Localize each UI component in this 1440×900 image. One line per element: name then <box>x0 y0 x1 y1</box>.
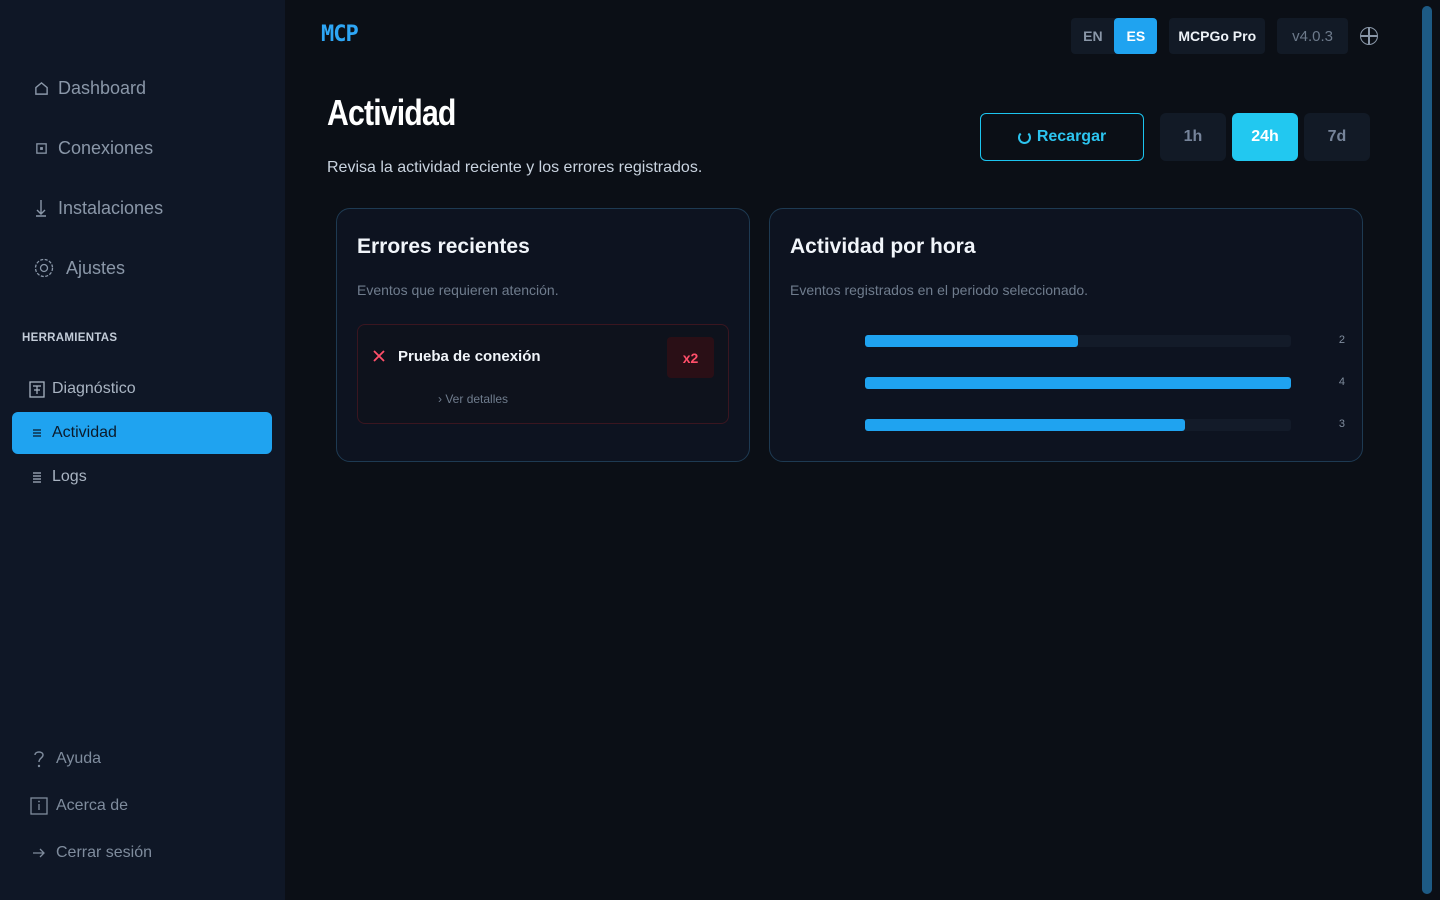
page-title: Actividad <box>327 92 456 133</box>
plan-badge: MCPGo Pro <box>1169 18 1266 54</box>
bar-track <box>865 335 1291 347</box>
plug-icon <box>32 142 50 155</box>
bar-track <box>865 377 1291 389</box>
language-es-button[interactable]: ES <box>1114 18 1158 54</box>
diagnostic-icon <box>28 380 46 398</box>
reload-button[interactable]: Recargar <box>980 113 1144 161</box>
scrollbar-thumb[interactable] <box>1422 6 1432 894</box>
scrollbar[interactable] <box>1422 6 1432 894</box>
activity-icon <box>28 429 46 437</box>
brand-logo: MCP <box>321 22 359 47</box>
version-badge: v4.0.3 <box>1277 18 1348 54</box>
sidebar-item-label: Instalaciones <box>58 197 164 218</box>
sidebar-item-label: Dashboard <box>58 77 147 98</box>
bar-value: 3 <box>1338 418 1345 430</box>
sidebar-item-label: Diagnóstico <box>52 380 136 397</box>
bar-fill <box>865 419 1185 431</box>
language-en-button[interactable]: EN <box>1071 18 1114 54</box>
reload-label: Recargar <box>1036 128 1107 145</box>
page-subtitle: Revisa la actividad reciente y los error… <box>327 159 703 176</box>
sidebar-item-ayuda[interactable]: Ayuda <box>0 735 285 782</box>
error-item: Prueba de conexión x2 › Ver detalles <box>357 324 729 424</box>
range-7d-button[interactable]: 7d <box>1304 113 1370 161</box>
sidebar-item-acerca-de[interactable]: Acerca de <box>0 782 285 829</box>
language-switcher: EN ES <box>1071 18 1158 54</box>
view-details-label: Ver detalles <box>445 392 509 406</box>
gear-icon <box>32 257 56 279</box>
info-icon <box>30 796 48 815</box>
bar-fill <box>865 335 1078 347</box>
sidebar-item-cerrar-sesion[interactable]: Cerrar sesión <box>0 829 285 876</box>
section-title-tools: HERRAMIENTAS <box>22 332 118 344</box>
bar-value: 4 <box>1338 376 1345 388</box>
sidebar-item-label: Ajustes <box>66 257 126 278</box>
activity-bar-row: 4 <box>865 376 1345 389</box>
sidebar-item-instalaciones[interactable]: Instalaciones <box>0 178 285 238</box>
sidebar-item-label: Ayuda <box>56 749 102 767</box>
error-x-icon <box>372 348 386 366</box>
range-24h-button[interactable]: 24h <box>1232 113 1298 161</box>
hourly-activity-card: Actividad por hora Eventos registrados e… <box>769 208 1363 462</box>
sidebar-item-label: Actividad <box>52 424 117 441</box>
sidebar-item-label: Conexiones <box>58 137 154 158</box>
error-count-badge: x2 <box>667 337 714 378</box>
bar-fill <box>865 377 1291 389</box>
sidebar-item-dashboard[interactable]: Dashboard <box>0 58 285 118</box>
sidebar-main-nav: Dashboard Conexiones Instalaciones Ajust… <box>0 58 285 298</box>
error-name: Prueba de conexión <box>398 348 541 365</box>
sidebar-item-label: Cerrar sesión <box>56 843 153 861</box>
sidebar-item-label: Logs <box>52 468 87 485</box>
activity-bar-row: 3 <box>865 418 1345 431</box>
help-icon <box>30 750 48 768</box>
topbar-controls: EN ES MCPGo Pro v4.0.3 <box>1071 18 1378 54</box>
card-description: Eventos que requieren atención. <box>357 282 559 298</box>
sidebar-item-ajustes[interactable]: Ajustes <box>0 238 285 298</box>
globe-icon[interactable] <box>1360 27 1378 45</box>
sidebar: Dashboard Conexiones Instalaciones Ajust… <box>0 0 285 900</box>
bar-track <box>865 419 1291 431</box>
home-icon <box>32 81 50 96</box>
view-details-link[interactable]: › Ver detalles <box>438 392 508 406</box>
logout-icon <box>30 848 48 858</box>
refresh-icon <box>1017 130 1031 144</box>
recent-errors-card: Errores recientes Eventos que requieren … <box>336 208 750 462</box>
activity-bar-row: 2 <box>865 334 1345 347</box>
sidebar-item-conexiones[interactable]: Conexiones <box>0 118 285 178</box>
range-1h-button[interactable]: 1h <box>1160 113 1226 161</box>
bar-value: 2 <box>1338 334 1345 346</box>
sidebar-item-label: Acerca de <box>56 796 129 814</box>
sidebar-item-logs[interactable]: Logs <box>12 456 272 498</box>
download-icon <box>32 199 50 217</box>
page-actions: Recargar 1h 24h 7d <box>980 113 1370 161</box>
logs-icon <box>28 471 46 483</box>
card-title: Errores recientes <box>357 235 530 258</box>
sidebar-bottom-nav: Ayuda Acerca de Cerrar sesión <box>0 735 285 876</box>
sidebar-tools-nav: Diagnóstico Actividad Logs <box>12 368 272 500</box>
sidebar-item-diagnostico[interactable]: Diagnóstico <box>12 368 272 410</box>
time-range-selector: 1h 24h 7d <box>1160 113 1370 161</box>
activity-bars: 2 4 3 <box>770 209 1364 463</box>
sidebar-item-actividad[interactable]: Actividad <box>12 412 272 454</box>
